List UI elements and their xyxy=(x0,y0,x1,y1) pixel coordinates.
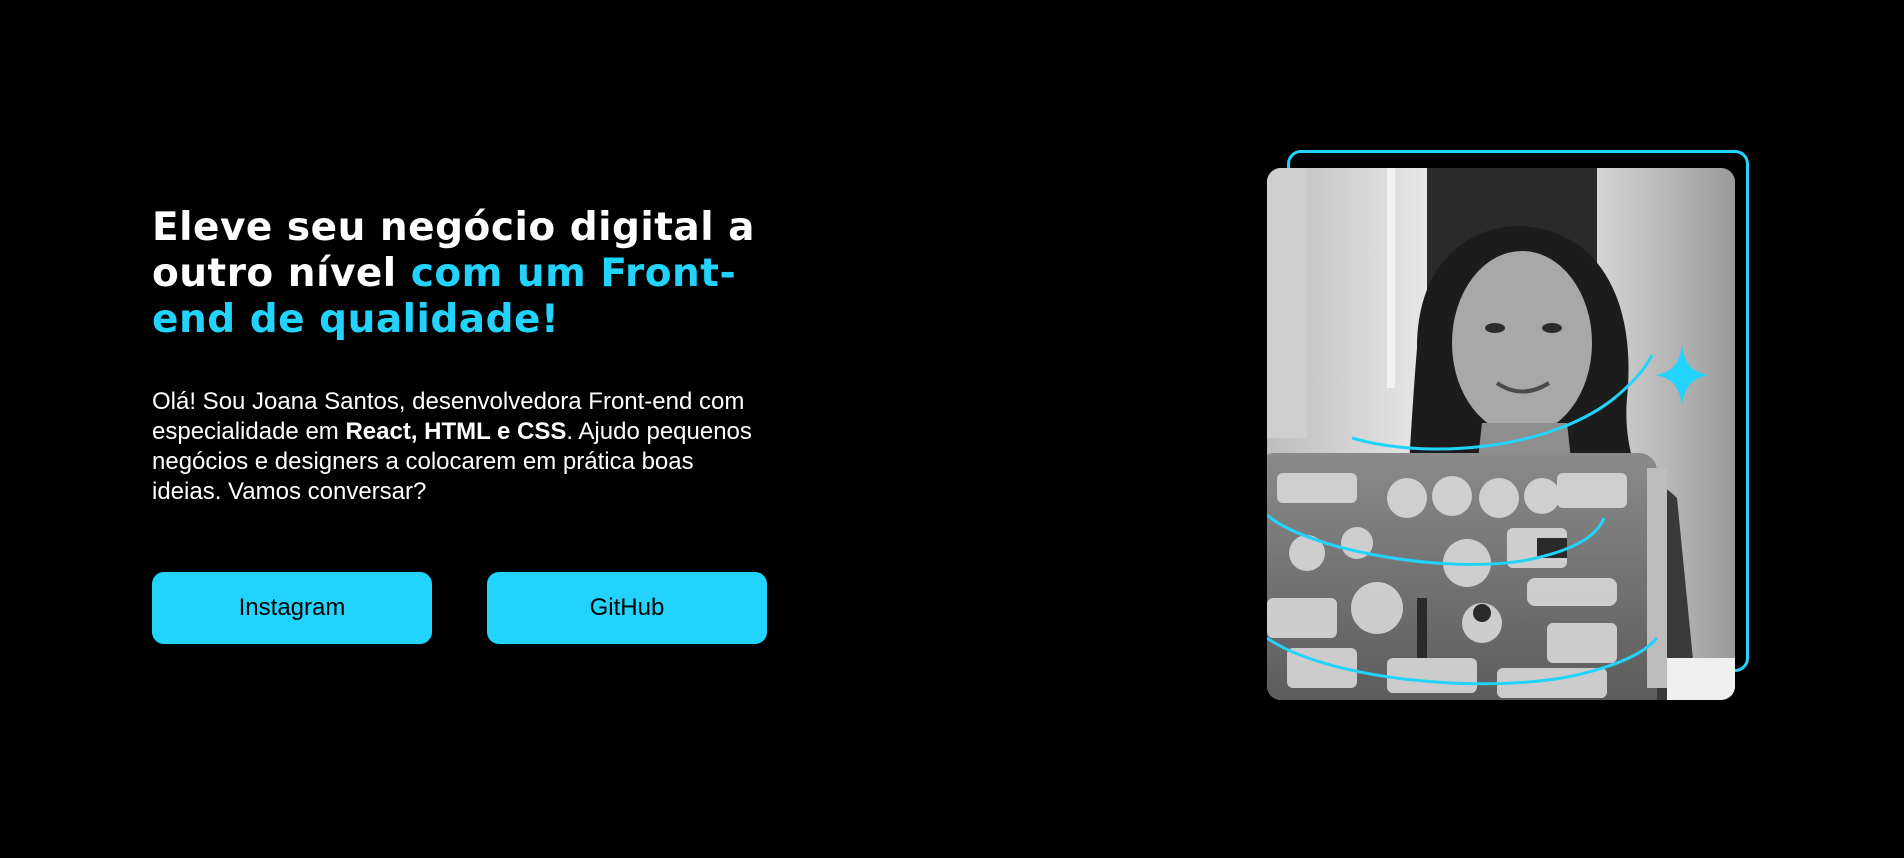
social-buttons: Instagram GitHub xyxy=(152,572,767,644)
portrait-block xyxy=(1267,150,1754,702)
hero-headline: Eleve seu negócio digital a outro nível … xyxy=(152,205,792,343)
hero-section: Eleve seu negócio digital a outro nível … xyxy=(0,0,1904,858)
intro-tech-stack: React, HTML e CSS xyxy=(345,418,567,445)
portrait-photo xyxy=(1267,168,1735,700)
github-button[interactable]: GitHub xyxy=(487,572,767,644)
hero-text: Eleve seu negócio digital a outro nível … xyxy=(152,205,792,507)
instagram-button[interactable]: Instagram xyxy=(152,572,432,644)
portrait-illustration xyxy=(1267,168,1735,700)
hero-intro: Olá! Sou Joana Santos, desenvolvedora Fr… xyxy=(152,387,752,507)
